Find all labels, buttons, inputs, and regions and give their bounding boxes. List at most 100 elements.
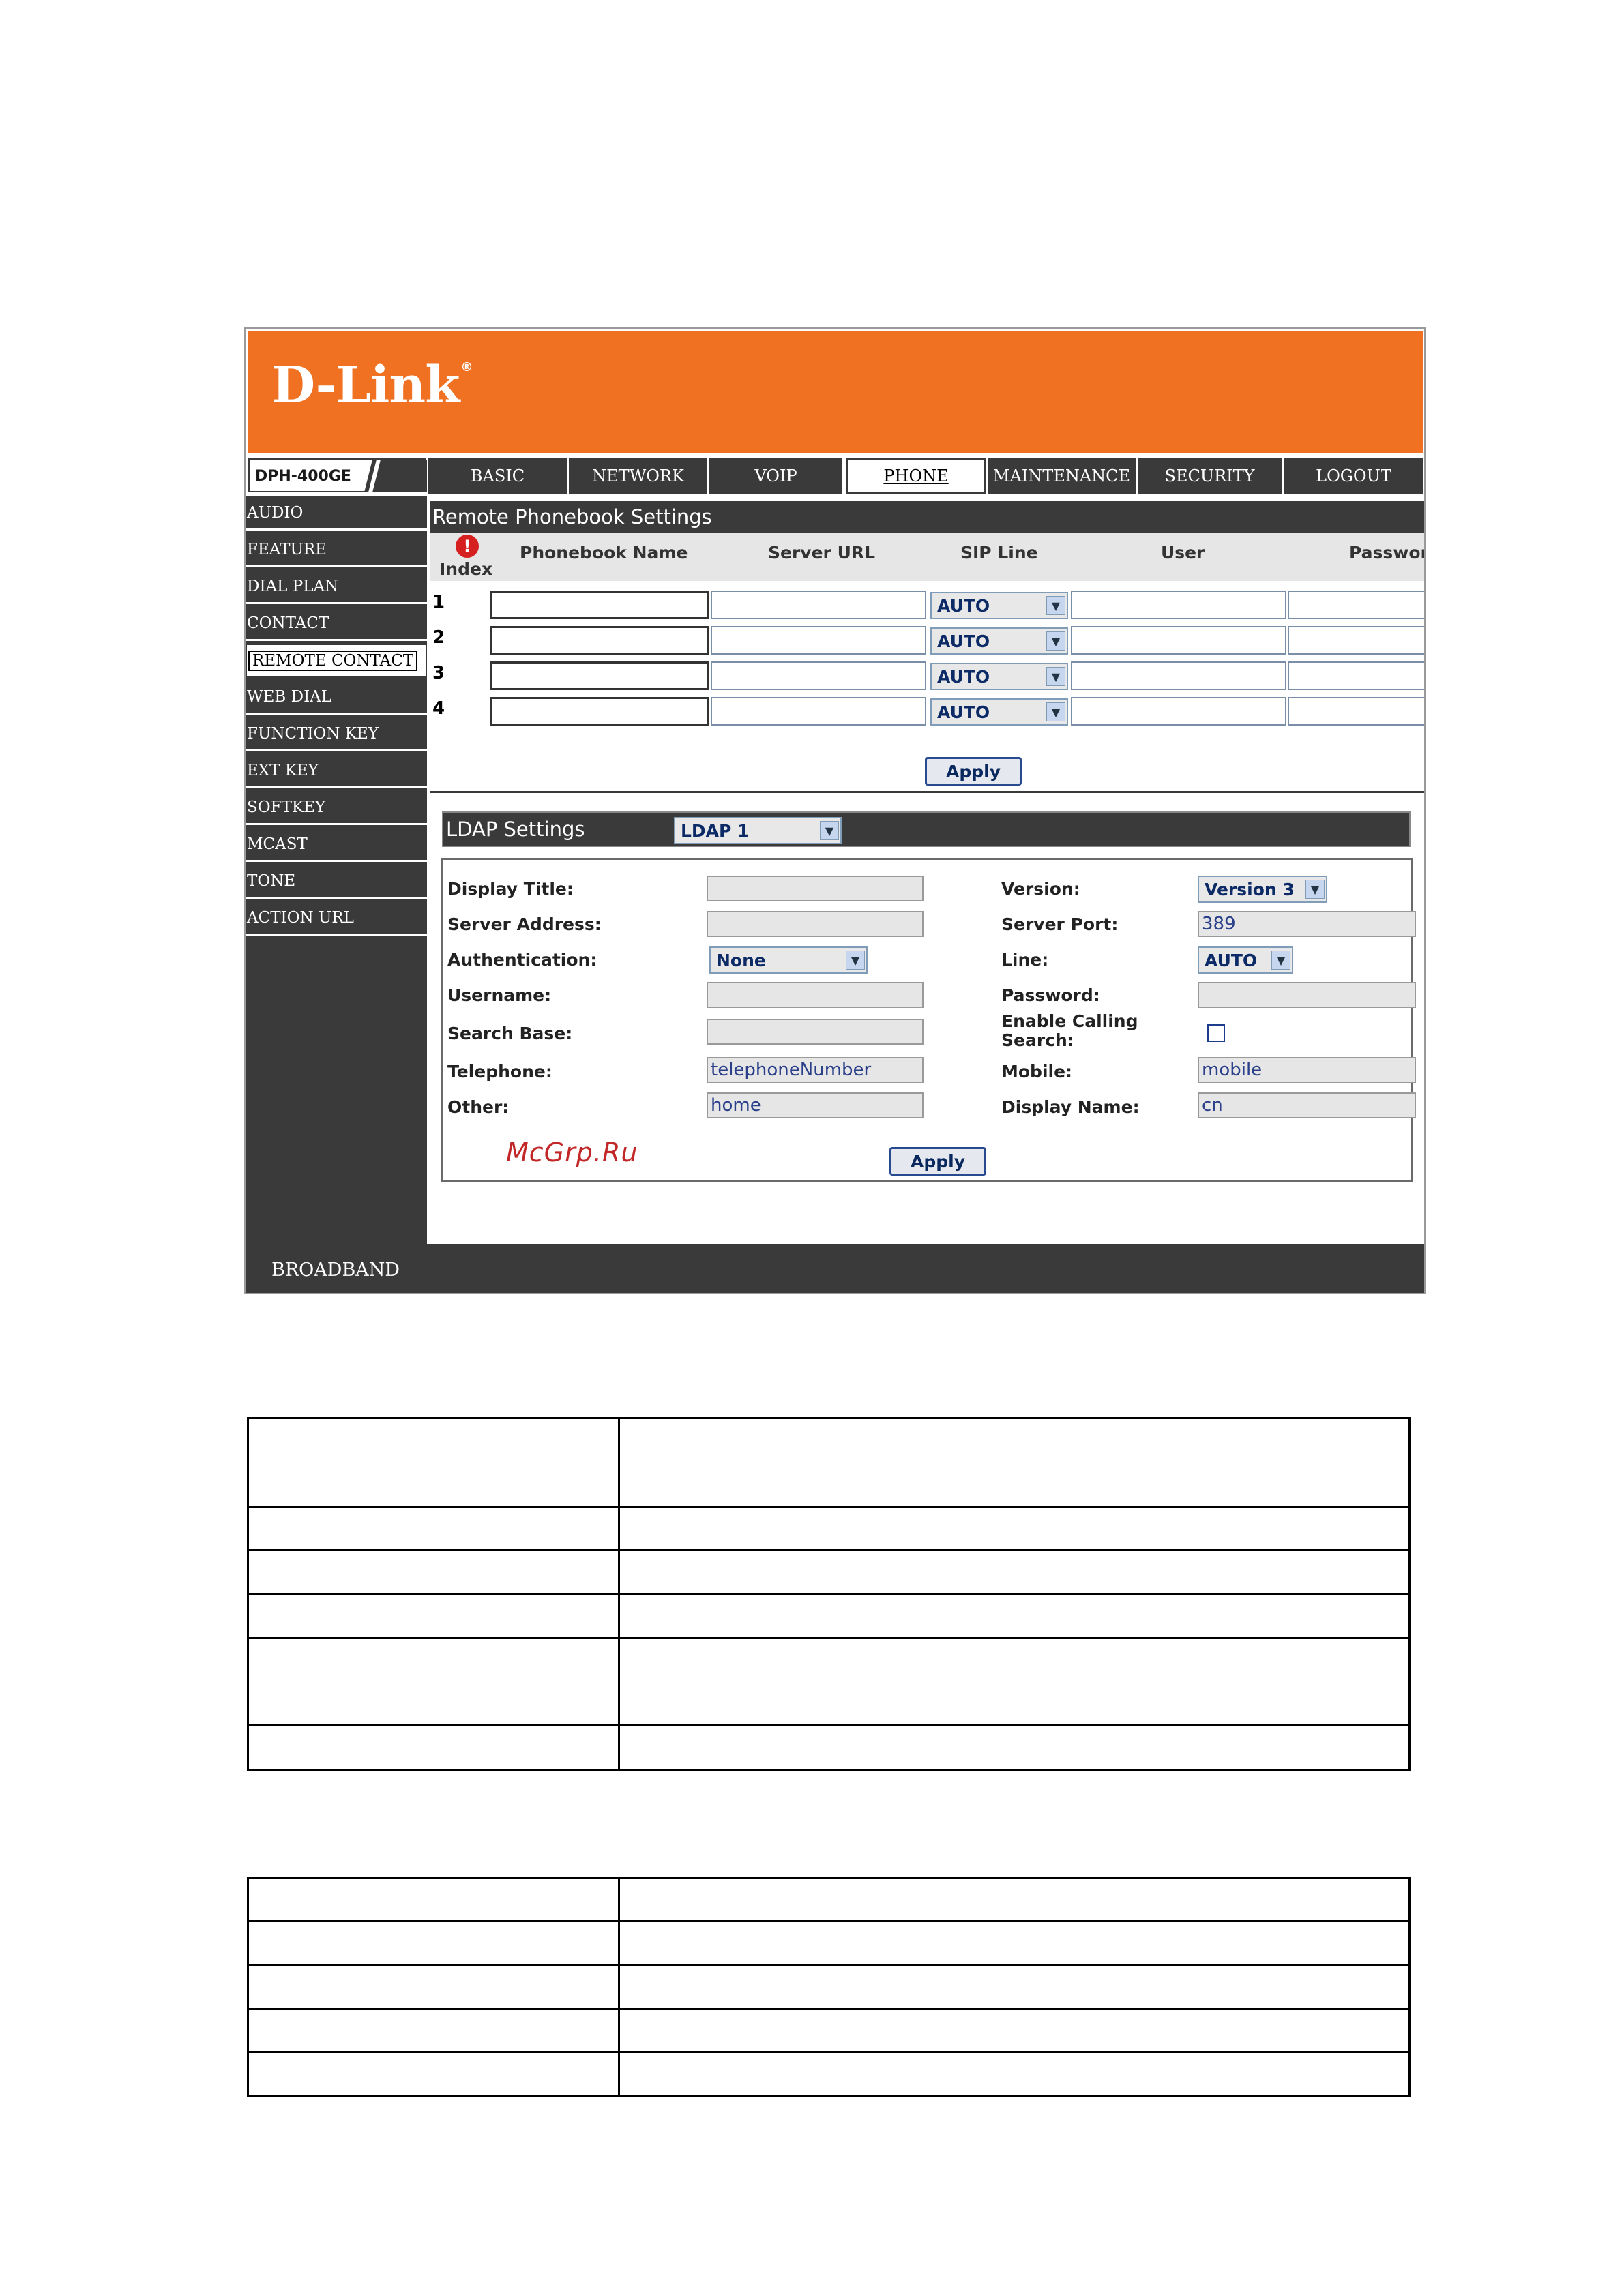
label-server-address: Server Address: (447, 914, 602, 934)
footer-bar: BROADBAND (246, 1244, 1424, 1293)
display-title-input[interactable] (707, 876, 924, 901)
table-cell (618, 1417, 1411, 1508)
description-table-2 (247, 1877, 1411, 2097)
phonebook-name-input[interactable] (490, 591, 709, 619)
password-input[interactable] (1288, 697, 1424, 726)
column-header-index: Index (439, 559, 493, 579)
sidebar-item-remote-contact[interactable]: REMOTE CONTACT (246, 644, 427, 678)
header-banner: D-Link ® (248, 331, 1423, 453)
sidebar: AUDIO FEATURE DIAL PLAN CONTACT REMOTE C… (246, 496, 427, 1244)
password-input[interactable] (1288, 661, 1424, 690)
server-url-input[interactable] (711, 697, 926, 726)
sidebar-item-web-dial[interactable]: WEB DIAL (246, 681, 427, 715)
table-cell (247, 1964, 620, 2010)
sip-line-select[interactable]: AUTO ▼ (930, 627, 1068, 655)
phonebook-name-input[interactable] (490, 697, 709, 726)
sidebar-item-dial-plan[interactable]: DIAL PLAN (246, 570, 427, 604)
ldap-title-bar: LDAP Settings (442, 811, 1411, 847)
version-select[interactable]: Version 3 ▼ (1198, 876, 1327, 903)
server-url-input[interactable] (711, 626, 926, 655)
row-index: 3 (432, 663, 445, 683)
table-cell (618, 1637, 1411, 1726)
tab-maintenance[interactable]: MAINTENANCE (988, 458, 1138, 494)
label-password: Password: (1001, 985, 1100, 1005)
sip-line-select[interactable]: AUTO ▼ (930, 698, 1068, 726)
ldap-form (441, 858, 1413, 1182)
enable-calling-search-checkbox[interactable] (1207, 1024, 1225, 1042)
table-cell (247, 2051, 620, 2097)
search-base-input[interactable] (707, 1019, 924, 1045)
label-username: Username: (447, 985, 552, 1005)
tab-security[interactable]: SECURITY (1138, 458, 1284, 494)
display-name-input[interactable]: cn (1198, 1092, 1416, 1118)
user-input[interactable] (1071, 661, 1286, 690)
chevron-down-icon: ▼ (820, 821, 839, 840)
sip-line-select[interactable]: AUTO ▼ (930, 663, 1068, 690)
server-address-input[interactable] (707, 911, 924, 937)
authentication-select[interactable]: None ▼ (709, 946, 868, 974)
table-cell (618, 2008, 1411, 2053)
label-authentication: Authentication: (447, 950, 597, 970)
label-server-port: Server Port: (1001, 914, 1119, 934)
chevron-down-icon: ▼ (846, 951, 865, 970)
model-badge: DPH-400GE (248, 458, 427, 492)
tab-basic[interactable]: BASIC (428, 458, 569, 494)
ldap-apply-button[interactable]: Apply (889, 1147, 986, 1176)
label-display-title: Display Title: (447, 879, 574, 899)
table-cell (247, 1593, 620, 1639)
line-select[interactable]: AUTO ▼ (1198, 946, 1293, 974)
user-input[interactable] (1071, 591, 1286, 619)
sidebar-item-tone[interactable]: TONE (246, 865, 427, 899)
table-cell (618, 1593, 1411, 1639)
sidebar-item-softkey[interactable]: SOFTKEY (246, 791, 427, 825)
sidebar-item-function-key[interactable]: FUNCTION KEY (246, 717, 427, 751)
table-cell (247, 1724, 620, 1771)
phonebook-apply-button[interactable]: Apply (925, 757, 1022, 786)
description-table-1 (247, 1417, 1411, 1771)
sidebar-item-feature[interactable]: FEATURE (246, 533, 427, 567)
phonebook-name-input[interactable] (490, 661, 709, 690)
mobile-input[interactable]: mobile (1198, 1057, 1416, 1083)
tab-voip[interactable]: VOIP (709, 458, 844, 494)
sidebar-item-mcast[interactable]: MCAST (246, 828, 427, 862)
sidebar-item-action-url[interactable]: ACTION URL (246, 901, 427, 936)
label-telephone: Telephone: (447, 1062, 552, 1082)
table-cell (618, 2051, 1411, 2097)
tab-logout[interactable]: LOGOUT (1284, 458, 1424, 494)
column-header-server-url: Server URL (768, 543, 876, 563)
sidebar-item-contact[interactable]: CONTACT (246, 607, 427, 641)
chevron-down-icon: ▼ (1046, 667, 1065, 686)
sidebar-item-ext-key[interactable]: EXT KEY (246, 754, 427, 788)
table-cell (247, 1417, 620, 1508)
sidebar-item-audio[interactable]: AUDIO (246, 496, 427, 531)
row-index: 2 (432, 627, 445, 648)
column-header-phonebook-name: Phonebook Name (520, 543, 688, 563)
row-index: 1 (432, 592, 445, 612)
sip-line-select[interactable]: AUTO ▼ (930, 592, 1068, 619)
table-cell (618, 1877, 1411, 1922)
password-input[interactable] (1288, 626, 1424, 655)
phonebook-name-input[interactable] (490, 626, 709, 655)
label-line: Line: (1001, 950, 1049, 970)
telephone-input[interactable]: telephoneNumber (707, 1057, 924, 1083)
server-url-input[interactable] (711, 591, 926, 619)
label-version: Version: (1001, 879, 1080, 899)
user-input[interactable] (1071, 697, 1286, 726)
user-input[interactable] (1071, 626, 1286, 655)
server-url-input[interactable] (711, 661, 926, 690)
table-cell (247, 1920, 620, 1966)
column-header-user: User (1161, 543, 1205, 563)
tab-network[interactable]: NETWORK (569, 458, 709, 494)
dlink-logo: D-Link ® (271, 356, 473, 415)
username-input[interactable] (707, 982, 924, 1008)
password-input[interactable] (1198, 982, 1416, 1008)
password-input[interactable] (1288, 591, 1424, 619)
label-display-name: Display Name: (1001, 1097, 1140, 1117)
tab-phone[interactable]: PHONE (846, 458, 986, 494)
phonebook-column-headers: ! Index Phonebook Name Server URL SIP Li… (430, 533, 1424, 581)
other-input[interactable]: home (707, 1092, 924, 1118)
label-other: Other: (447, 1097, 510, 1117)
ldap-profile-select[interactable]: LDAP 1 ▼ (674, 817, 842, 844)
table-cell (618, 1724, 1411, 1771)
server-port-input[interactable]: 389 (1198, 911, 1416, 937)
